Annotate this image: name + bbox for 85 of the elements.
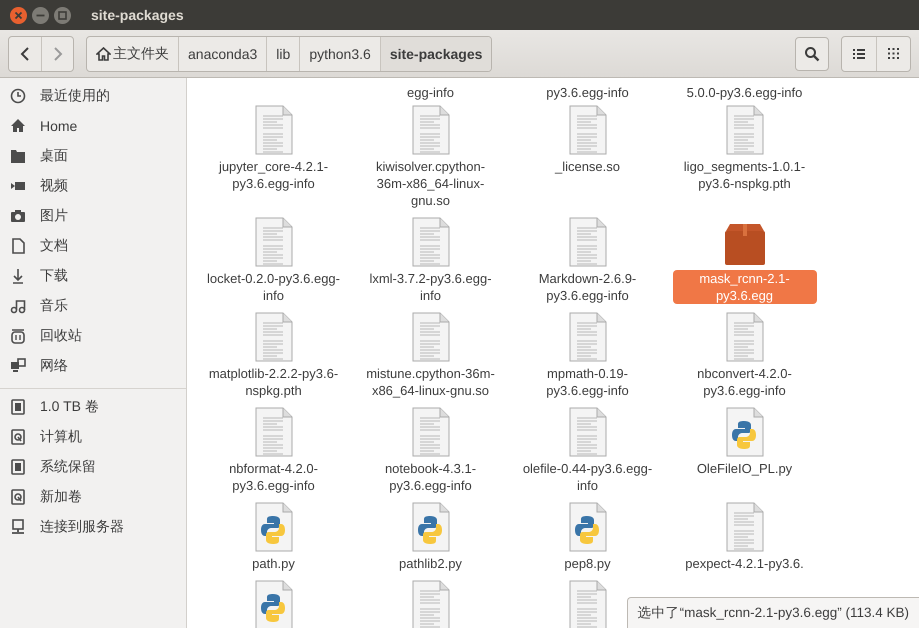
home-icon <box>96 46 111 60</box>
document-icon <box>412 312 450 362</box>
document-icon <box>412 217 450 267</box>
chevron-right-icon <box>52 46 62 60</box>
file-label: egg-info <box>406 84 455 101</box>
document-icon <box>726 105 764 155</box>
file-name[interactable]: pathlib2.py <box>394 555 467 572</box>
file-name[interactable]: OleFileIO_PL.py <box>692 460 798 477</box>
sidebar-item[interactable]: 回收站 <box>0 321 186 351</box>
breadcrumb[interactable]: lib <box>266 36 300 70</box>
window-title: site-packages <box>91 7 184 23</box>
sidebar-item[interactable]: 文档 <box>0 231 186 261</box>
file-name[interactable]: mpmath-0.19-py3.6.egg-info <box>516 365 660 399</box>
sidebar-item[interactable]: 系统保留 <box>0 452 186 482</box>
sidebar-item[interactable]: 图片 <box>0 201 186 231</box>
chevron-left-icon <box>20 46 30 60</box>
folder-icon <box>10 148 26 164</box>
home-icon <box>10 118 26 134</box>
maximize-button[interactable] <box>53 6 72 24</box>
document-icon <box>254 105 292 155</box>
breadcrumb[interactable]: site-packages <box>380 36 492 70</box>
music-note-icon <box>10 298 26 314</box>
download-icon <box>10 268 26 284</box>
sidebar-item[interactable]: 连接到服务器 <box>0 512 186 542</box>
list-icon <box>852 48 866 60</box>
document-icon <box>568 312 606 362</box>
file-name[interactable]: notebook-4.3.1-py3.6.egg-info <box>358 460 502 494</box>
python-file-icon <box>568 502 606 552</box>
document-icon <box>568 217 606 267</box>
package-icon <box>722 223 766 267</box>
drive-icon <box>10 399 26 415</box>
drive-icon <box>10 459 26 475</box>
python-file-icon <box>412 502 450 552</box>
sidebar-item[interactable]: 计算机 <box>0 422 186 452</box>
close-button[interactable] <box>9 6 28 24</box>
camera-icon <box>10 208 26 224</box>
sidebar-item[interactable]: 音乐 <box>0 291 186 321</box>
sidebar-item[interactable]: 网络 <box>0 351 186 381</box>
sidebar-item[interactable]: 最近使用的 <box>0 81 186 111</box>
python-file-icon <box>254 502 292 552</box>
file-name[interactable]: pep8.py <box>559 555 616 572</box>
document-icon <box>412 105 450 155</box>
search-icon <box>804 46 820 62</box>
file-name[interactable]: path.py <box>247 555 300 572</box>
minimize-button[interactable] <box>31 6 50 24</box>
trash-icon <box>10 328 26 344</box>
document-icon <box>568 105 606 155</box>
file-label: 5.0.0-py3.6.egg-info <box>686 84 804 101</box>
file-name[interactable]: nbconvert-4.2.0-py3.6.egg-info <box>672 365 816 399</box>
server-icon <box>10 519 26 535</box>
file-label: py3.6.egg-info <box>545 84 630 101</box>
document-icon <box>254 312 292 362</box>
clock-icon <box>10 88 26 104</box>
file-name[interactable]: pexpect-4.2.1-py3.6. <box>680 555 809 572</box>
file-name[interactable]: kiwisolver.cpython-36m-x86_64-linux-gnu.so <box>358 158 502 209</box>
file-name[interactable]: olefile-0.44-py3.6.egg-info <box>516 460 660 494</box>
breadcrumb[interactable]: 主文件夹 <box>87 36 178 70</box>
file-name[interactable]: jupyter_core-4.2.1-py3.6.egg-info <box>202 158 346 192</box>
document-icon <box>10 238 26 254</box>
python-file-icon <box>726 407 764 457</box>
file-name[interactable]: mistune.cpython-36m-x86_64-linux-gnu.so <box>358 365 502 399</box>
file-name[interactable]: _license.so <box>550 158 626 175</box>
grid-icon <box>888 48 900 60</box>
sidebar-item[interactable]: 桌面 <box>0 141 186 171</box>
document-icon <box>254 407 292 457</box>
file-name[interactable]: Markdown-2.6.9-py3.6.egg-info <box>516 270 660 304</box>
document-icon <box>412 407 450 457</box>
file-name[interactable]: locket-0.2.0-py3.6.egg-info <box>202 270 346 304</box>
sidebar-item[interactable]: 1.0 TB 卷 <box>0 392 186 422</box>
sidebar-item[interactable]: 下载 <box>0 261 186 291</box>
document-icon <box>726 502 764 552</box>
file-name[interactable]: nbformat-4.2.0-py3.6.egg-info <box>202 460 346 494</box>
status-toast: 选中了“mask_rcnn-2.1-py3.6.egg” (113.4 KB) <box>626 597 919 628</box>
file-name[interactable]: ligo_segments-1.0.1-py3.6-nspkg.pth <box>672 158 816 192</box>
sidebar-item[interactable]: 视频 <box>0 171 186 201</box>
sidebar-item[interactable]: Home <box>0 111 186 141</box>
document-icon <box>254 217 292 267</box>
document-icon <box>568 407 606 457</box>
file-name[interactable]: lxml-3.7.2-py3.6.egg-info <box>358 270 502 304</box>
sidebar-item[interactable]: 新加卷 <box>0 482 186 512</box>
network-icon <box>10 358 26 374</box>
breadcrumb[interactable]: anaconda3 <box>178 36 266 70</box>
document-icon <box>726 312 764 362</box>
search-button[interactable] <box>795 36 829 70</box>
file-name[interactable]: matplotlib-2.2.2-py3.6-nspkg.pth <box>202 365 346 399</box>
